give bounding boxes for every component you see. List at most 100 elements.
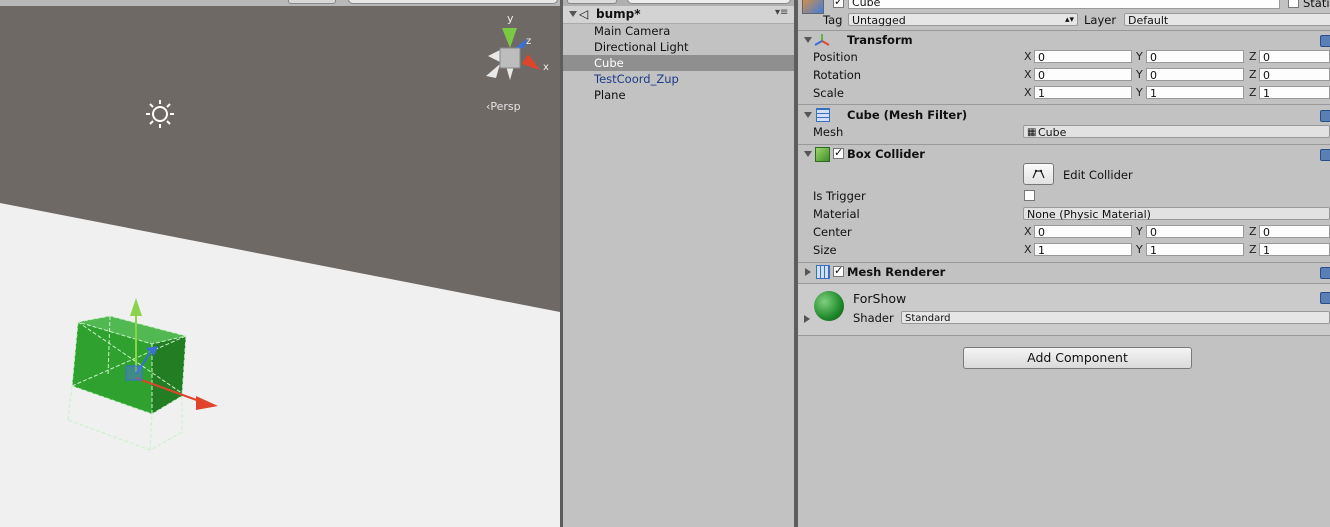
scene-view[interactable]: y z x ‹Persp	[0, 0, 560, 527]
material-foldout-icon[interactable]	[804, 315, 810, 323]
scale-y-field[interactable]: 1	[1146, 86, 1244, 100]
hierarchy-search-field[interactable]	[627, 0, 791, 4]
gizmo-z-label: z	[526, 36, 532, 47]
mesh-filter-grid-icon	[816, 108, 830, 122]
scale-z-field[interactable]: 1	[1259, 86, 1330, 100]
material-preview-sphere	[814, 291, 844, 321]
tag-dropdown[interactable]: Untagged ▴▾	[848, 13, 1078, 27]
axis-z-label: Z	[1249, 68, 1257, 81]
physic-material-field[interactable]: None (Physic Material)	[1023, 207, 1330, 221]
box-collider-title: Box Collider	[847, 147, 925, 161]
box-collider-settings-icon[interactable]	[1320, 149, 1330, 161]
gizmo-x-label: x	[543, 62, 549, 73]
hierarchy-item-testcoord-zup[interactable]: TestCoord_Zup	[594, 71, 679, 87]
box-collider-foldout-icon[interactable]	[804, 151, 812, 157]
position-x-field[interactable]: 0	[1034, 50, 1132, 64]
hierarchy-item-main-camera[interactable]: Main Camera	[594, 23, 670, 39]
axis-y-label: Y	[1136, 243, 1143, 256]
box-collider-enabled-checkbox[interactable]	[833, 146, 844, 159]
axis-x-label: X	[1024, 68, 1032, 81]
active-checkbox[interactable]	[833, 0, 844, 8]
axis-y-label: Y	[1136, 50, 1143, 63]
edit-collider-button[interactable]	[1023, 163, 1054, 185]
shader-label: Shader	[853, 311, 894, 325]
mesh-renderer-settings-icon[interactable]	[1320, 267, 1330, 279]
mesh-grid-icon: ▦	[1027, 127, 1037, 138]
center-y-field[interactable]: 0	[1146, 225, 1244, 239]
axis-y-label: Y	[1136, 225, 1143, 238]
add-component-button[interactable]: Add Component	[963, 347, 1192, 369]
material-settings-icon[interactable]	[1320, 292, 1330, 304]
layer-label: Layer	[1084, 13, 1117, 27]
hierarchy-panel: ◁ bump* ▾≡ Main Camera Directional Light…	[563, 0, 794, 527]
scene-menu-icon[interactable]: ▾≡	[775, 7, 788, 18]
transform-foldout-icon[interactable]	[804, 37, 812, 43]
gizmo-y-label: y	[507, 12, 514, 25]
hierarchy-item-directional-light[interactable]: Directional Light	[594, 39, 689, 55]
scale-x-field[interactable]: 1	[1034, 86, 1132, 100]
mesh-label: Mesh	[813, 125, 844, 139]
create-dropdown[interactable]	[567, 0, 617, 4]
mesh-value: Cube	[1038, 126, 1067, 139]
mesh-filter-settings-icon[interactable]	[1320, 110, 1330, 122]
directional-light-icon	[146, 100, 174, 128]
size-y-field[interactable]: 1	[1146, 243, 1244, 257]
scale-label: Scale	[813, 86, 844, 100]
rotation-x-field[interactable]: 0	[1034, 68, 1132, 82]
mesh-renderer-enabled-checkbox[interactable]	[833, 264, 844, 277]
axis-z-label: Z	[1249, 225, 1257, 238]
mesh-filter-foldout-icon[interactable]	[804, 112, 812, 118]
position-label: Position	[813, 50, 858, 64]
position-z-field[interactable]: 0	[1259, 50, 1330, 64]
rotation-y-field[interactable]: 0	[1146, 68, 1244, 82]
unity-scene-icon: ◁	[579, 7, 589, 21]
rotation-label: Rotation	[813, 68, 862, 82]
transform-settings-icon[interactable]	[1320, 35, 1330, 47]
position-y-field[interactable]: 0	[1146, 50, 1244, 64]
tag-value: Untagged	[852, 14, 906, 27]
scene-name: bump*	[596, 7, 641, 21]
expand-triangle-icon[interactable]	[569, 11, 577, 17]
size-label: Size	[813, 243, 837, 257]
is-trigger-checkbox[interactable]	[1024, 190, 1035, 201]
is-trigger-label: Is Trigger	[813, 189, 866, 203]
axis-x-label: X	[1024, 225, 1032, 238]
axis-z-label: Z	[1249, 86, 1257, 99]
axis-z-label: Z	[1249, 243, 1257, 256]
axis-x-label: X	[1024, 86, 1032, 99]
inspector-panel: Cube Stati Tag Untagged ▴▾ Layer Default…	[798, 0, 1330, 527]
size-z-field[interactable]: 1	[1259, 243, 1330, 257]
orientation-gizmo-icon	[486, 28, 540, 80]
dropdown-arrows-icon: ▴▾	[1064, 15, 1074, 25]
hierarchy-item-plane[interactable]: Plane	[594, 87, 626, 103]
material-label: Material	[813, 207, 860, 221]
tag-label: Tag	[823, 13, 843, 27]
center-z-field[interactable]: 0	[1259, 225, 1330, 239]
box-collider-cube-icon	[815, 147, 830, 162]
mesh-renderer-title: Mesh Renderer	[847, 265, 946, 279]
edit-collider-label: Edit Collider	[1063, 168, 1133, 182]
gameobject-cube-icon	[802, 0, 824, 14]
rotation-z-field[interactable]: 0	[1259, 68, 1330, 82]
mesh-object-field[interactable]: ▦ Cube	[1023, 125, 1330, 139]
edit-collider-icon	[1032, 169, 1045, 179]
projection-toggle[interactable]: ‹Persp	[486, 100, 521, 113]
mesh-renderer-grid-icon	[816, 265, 830, 279]
scene-root-row[interactable]: ◁ bump* ▾≡	[563, 6, 794, 24]
size-x-field[interactable]: 1	[1034, 243, 1132, 257]
scene-canvas[interactable]	[0, 0, 560, 527]
object-name-field[interactable]: Cube	[848, 0, 1280, 9]
static-checkbox[interactable]	[1288, 0, 1299, 8]
axis-y-label: Y	[1136, 68, 1143, 81]
material-name: ForShow	[853, 291, 907, 306]
axis-y-label: Y	[1136, 86, 1143, 99]
layer-dropdown[interactable]: Default	[1124, 13, 1330, 27]
axis-x-label: X	[1024, 243, 1032, 256]
transform-axes-icon	[814, 33, 830, 47]
transform-title: Transform	[847, 33, 913, 47]
hierarchy-item-cube[interactable]: Cube	[563, 55, 794, 71]
mesh-renderer-foldout-icon[interactable]	[805, 268, 811, 276]
center-x-field[interactable]: 0	[1034, 225, 1132, 239]
shader-dropdown[interactable]: Standard	[901, 311, 1330, 324]
axis-x-label: X	[1024, 50, 1032, 63]
